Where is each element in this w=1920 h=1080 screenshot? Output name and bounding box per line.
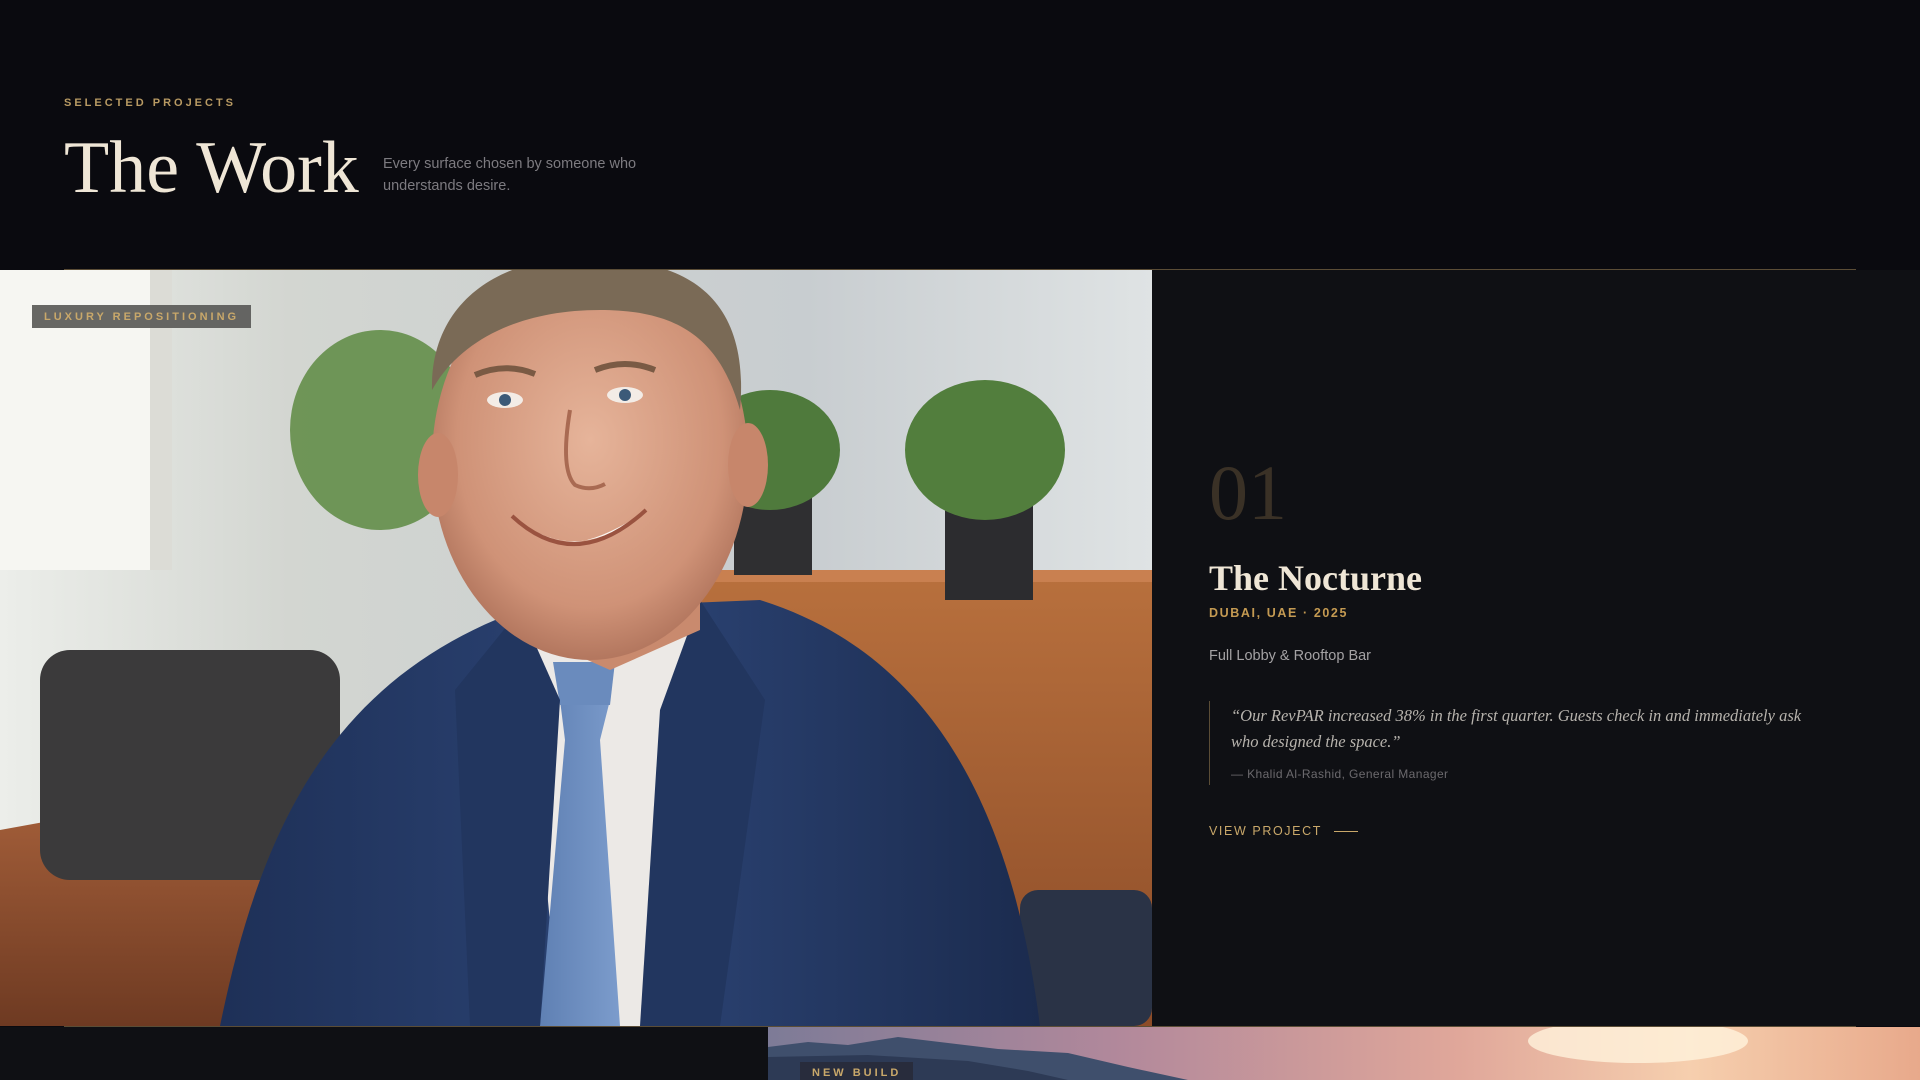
project-scope: Full Lobby & Rooftop Bar: [1209, 648, 1372, 664]
landscape-illustration: [768, 1027, 1748, 1080]
testimonial: “Our RevPAR increased 38% in the first q…: [1209, 701, 1819, 785]
project-number: 01: [1209, 449, 1287, 536]
project-details: 01 The Nocturne DUBAI, UAE · 2025 Full L…: [1209, 270, 1829, 1026]
view-project-link[interactable]: VIEW PROJECT: [1209, 824, 1358, 838]
portrait-illustration: [0, 270, 1152, 1026]
page-subtitle: Every surface chosen by someone who unde…: [383, 156, 637, 194]
project-location: DUBAI, UAE · 2025: [1209, 606, 1349, 620]
testimonial-attribution: — Khalid Al-Rashid, General Manager: [1231, 767, 1449, 781]
arrow-line-icon: [1333, 830, 1358, 832]
page-title: The Work: [64, 127, 359, 209]
project-category-tag: LUXURY REPOSITIONING: [32, 305, 252, 328]
next-project-photo[interactable]: NEW BUILD: [768, 1027, 1920, 1080]
work-header: SELECTED PROJECTS The Work Every surface…: [64, 0, 1856, 270]
next-project-details: [0, 1027, 768, 1080]
project-photo[interactable]: LUXURY REPOSITIONING: [0, 270, 1152, 1026]
project-card: LUXURY REPOSITIONING 01 The Nocturne DUB…: [0, 270, 1920, 1026]
section-eyebrow: SELECTED PROJECTS: [64, 97, 237, 109]
next-project-category-tag: NEW BUILD: [800, 1062, 914, 1080]
testimonial-quote: “Our RevPAR increased 38% in the first q…: [1231, 706, 1802, 751]
project-title: The Nocturne: [1209, 558, 1422, 598]
view-project-label: VIEW PROJECT: [1209, 824, 1322, 838]
